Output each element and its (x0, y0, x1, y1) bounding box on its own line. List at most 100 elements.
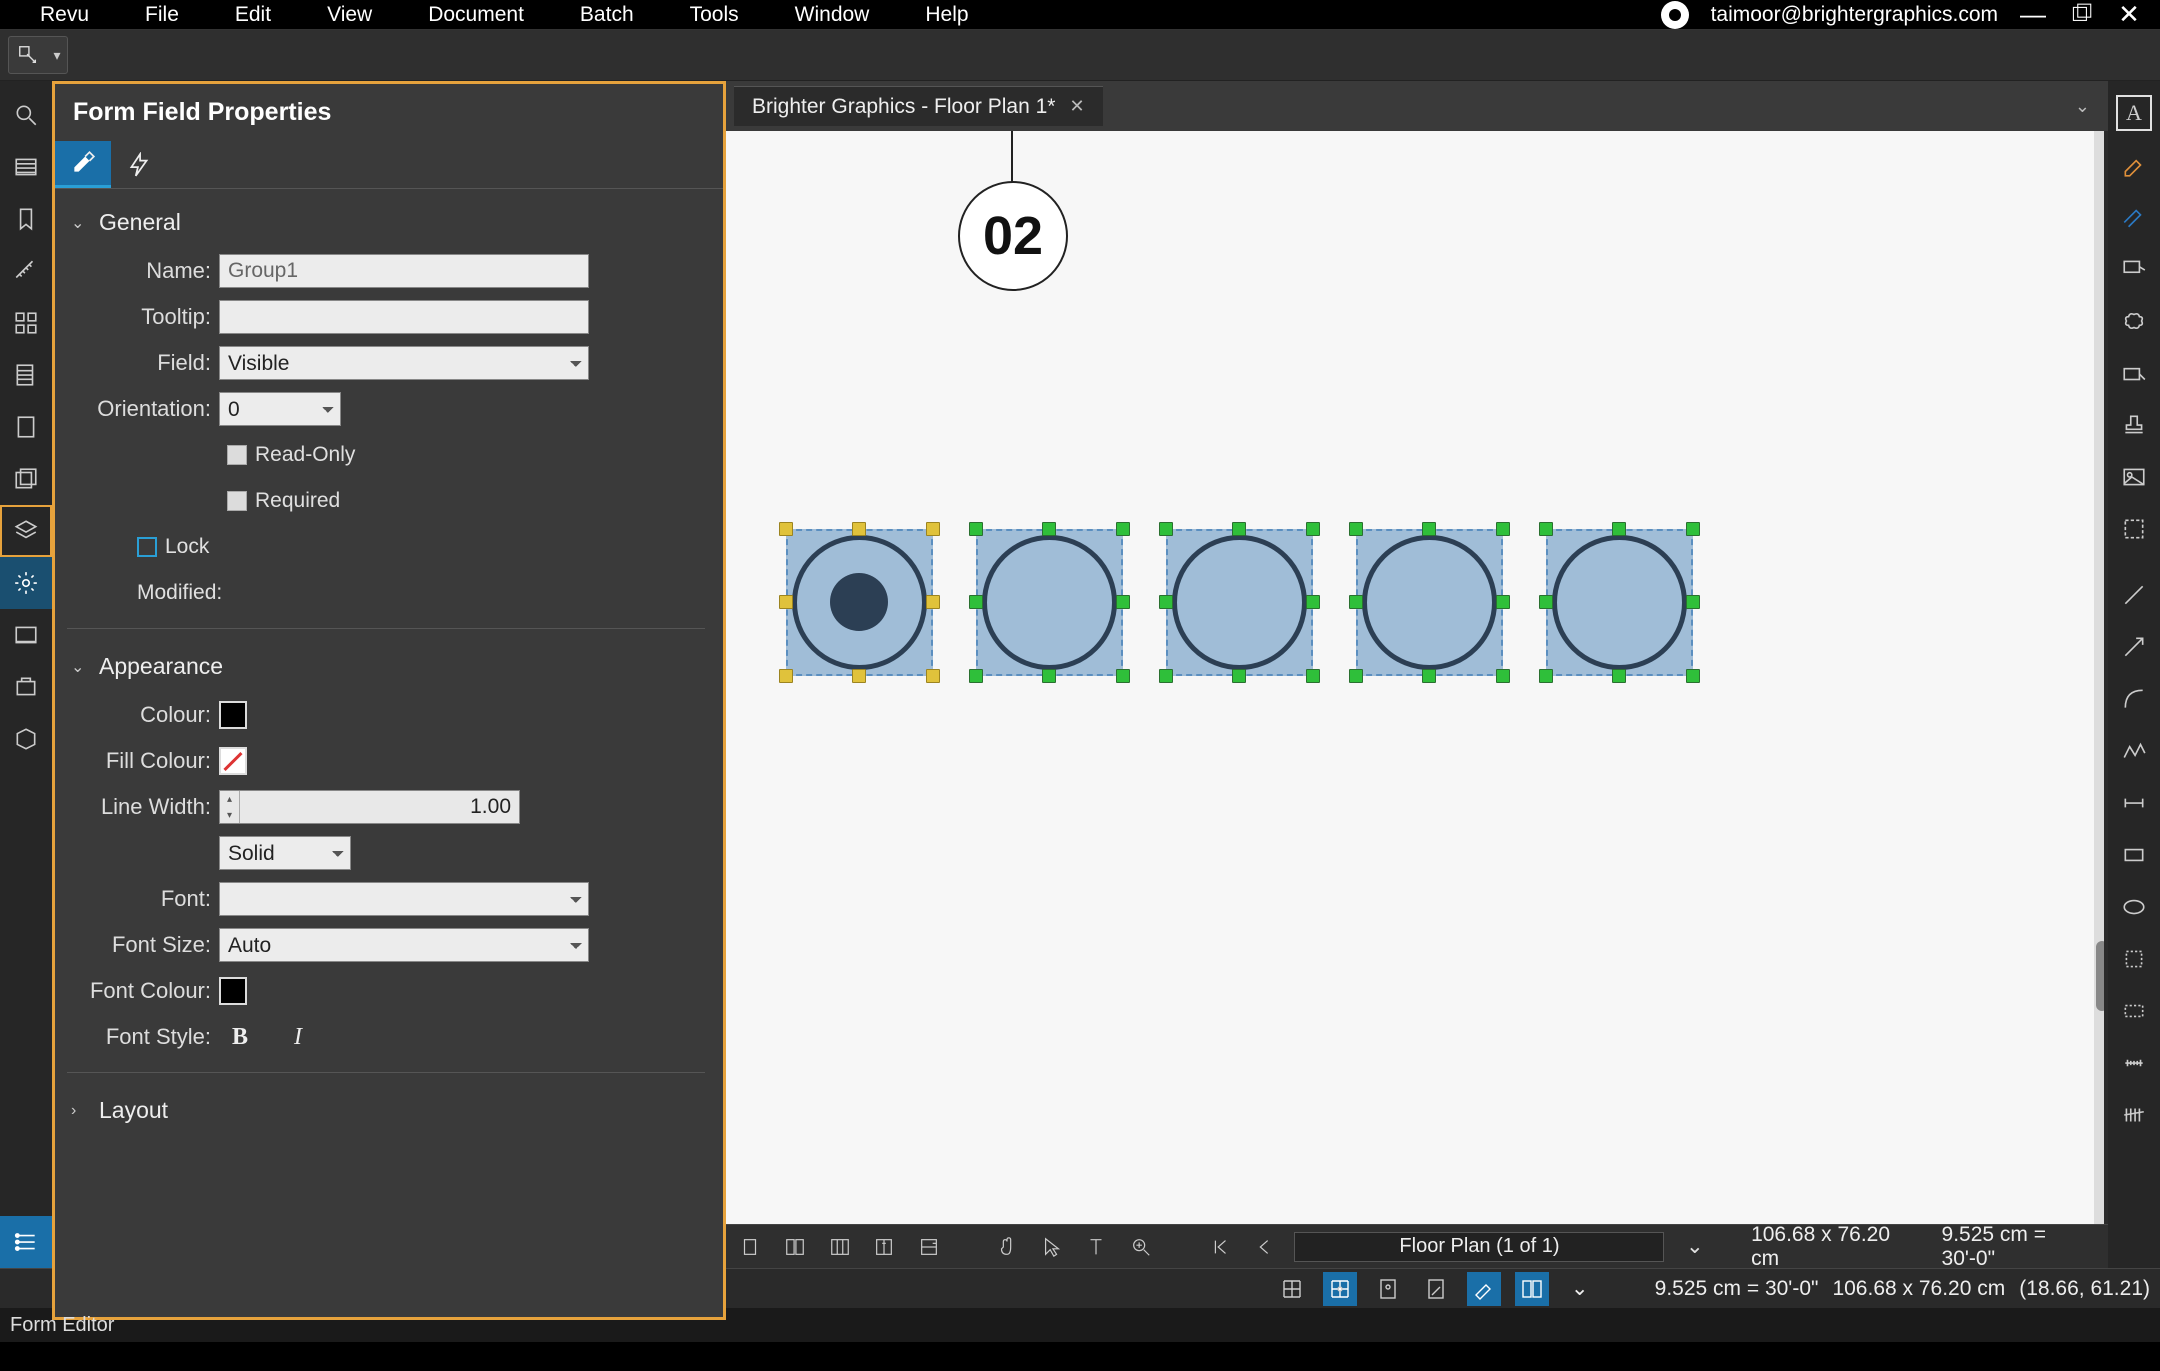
forms-icon[interactable] (0, 713, 52, 765)
sets-icon[interactable] (0, 453, 52, 505)
selection-handle[interactable] (1612, 669, 1626, 683)
tooltip-input[interactable] (219, 300, 589, 334)
prev-page-icon[interactable] (1250, 1231, 1279, 1263)
selection-handle[interactable] (1116, 522, 1130, 536)
select-tool-icon[interactable] (9, 37, 47, 73)
highlight-tool-icon[interactable] (2108, 139, 2160, 191)
properties-icon[interactable] (0, 557, 52, 609)
polygon-tool-icon[interactable] (2108, 933, 2160, 985)
menu-revu[interactable]: Revu (12, 0, 117, 29)
studio-icon[interactable] (0, 609, 52, 661)
lock-checkbox[interactable] (137, 537, 157, 557)
selection-handle[interactable] (779, 669, 793, 683)
field-select[interactable]: Visible (219, 346, 589, 380)
ellipse-tool-icon[interactable] (2108, 881, 2160, 933)
clip-tool-icon[interactable] (2108, 985, 2160, 1037)
spin-down-icon[interactable]: ▾ (220, 807, 239, 823)
page-indicator[interactable]: Floor Plan (1 of 1) (1294, 1232, 1664, 1262)
selection-handle[interactable] (779, 595, 793, 609)
name-input[interactable] (219, 254, 589, 288)
side-by-side-icon[interactable] (781, 1231, 810, 1263)
user-email[interactable]: taimoor@brightergraphics.com (1711, 3, 1998, 27)
grid-icon[interactable] (1275, 1272, 1309, 1306)
polyline-tool-icon[interactable] (2108, 347, 2160, 399)
menu-document[interactable]: Document (400, 0, 552, 29)
pen-tool-icon[interactable] (2108, 191, 2160, 243)
menu-batch[interactable]: Batch (552, 0, 662, 29)
selection-handle[interactable] (1539, 595, 1553, 609)
selection-handle[interactable] (1349, 522, 1363, 536)
menu-view[interactable]: View (299, 0, 400, 29)
split-horizontal-icon[interactable] (914, 1231, 943, 1263)
snap-icon[interactable] (1323, 1272, 1357, 1306)
image-tool-icon[interactable] (2108, 451, 2160, 503)
section-layout-header[interactable]: › Layout (67, 1087, 705, 1134)
callout-tool-icon[interactable] (2108, 243, 2160, 295)
vertical-scrollbar[interactable] (2094, 131, 2104, 1224)
orientation-select[interactable]: 0 (219, 392, 341, 426)
page-dropdown-icon[interactable]: ⌄ (1680, 1231, 1709, 1263)
close-button[interactable]: ✕ (2116, 2, 2142, 28)
selection-handle[interactable] (969, 595, 983, 609)
polyline2-tool-icon[interactable] (2108, 725, 2160, 777)
radio-button-field[interactable] (976, 529, 1123, 676)
selection-handle[interactable] (1686, 595, 1700, 609)
close-tab-icon[interactable]: ✕ (1069, 96, 1084, 117)
selection-handle[interactable] (1496, 522, 1510, 536)
selection-handle[interactable] (926, 522, 940, 536)
menu-file[interactable]: File (117, 0, 207, 29)
sync-icon[interactable] (1515, 1272, 1549, 1306)
selection-handle[interactable] (1686, 522, 1700, 536)
bold-button[interactable]: B (225, 1022, 255, 1052)
selection-handle[interactable] (1539, 669, 1553, 683)
selection-handle[interactable] (1496, 669, 1510, 683)
menu-help[interactable]: Help (897, 0, 996, 29)
linewidth-input[interactable]: ▴▾ (219, 790, 520, 824)
cloud-tool-icon[interactable] (2108, 295, 2160, 347)
maximize-button[interactable] (2068, 2, 2094, 28)
linewidth-value[interactable] (240, 795, 519, 819)
crop-tool-icon[interactable] (2108, 1037, 2160, 1089)
panel-access-icon[interactable] (0, 1216, 52, 1268)
rectangle-tool-icon[interactable] (2108, 829, 2160, 881)
linestyle-select[interactable]: Solid (219, 836, 351, 870)
canvas[interactable]: 02 (726, 131, 2104, 1224)
selection-handle[interactable] (1686, 669, 1700, 683)
line-tool-icon[interactable] (2108, 569, 2160, 621)
fontsize-select[interactable]: Auto (219, 928, 589, 962)
text-box-tool-icon[interactable]: A (2116, 95, 2152, 131)
selection-handle[interactable] (1232, 669, 1246, 683)
selection-handle[interactable] (969, 669, 983, 683)
select-tool-dropdown[interactable]: ▾ (47, 47, 67, 64)
selection-handle[interactable] (1116, 595, 1130, 609)
reuse-markup-icon[interactable] (1467, 1272, 1501, 1306)
colour-swatch[interactable] (219, 701, 247, 729)
fillcolour-swatch[interactable] (219, 747, 247, 775)
selection-handle[interactable] (1159, 595, 1173, 609)
measurements-icon[interactable] (0, 245, 52, 297)
stamp-tool-icon[interactable] (2108, 399, 2160, 451)
minimize-button[interactable]: — (2020, 2, 2046, 28)
select-cursor-icon[interactable] (1038, 1231, 1067, 1263)
menu-edit[interactable]: Edit (207, 0, 299, 29)
layers-icon[interactable] (0, 505, 52, 557)
status-dropdown-icon[interactable]: ⌄ (1563, 1272, 1597, 1306)
selection-handle[interactable] (1116, 669, 1130, 683)
search-icon[interactable] (0, 89, 52, 141)
dimension-tool-icon[interactable] (2108, 777, 2160, 829)
radio-button-field[interactable] (786, 529, 933, 676)
selection-handle[interactable] (1422, 669, 1436, 683)
snap-content-icon[interactable] (1371, 1272, 1405, 1306)
menu-window[interactable]: Window (767, 0, 898, 29)
zoom-icon[interactable] (1127, 1231, 1156, 1263)
single-page-icon[interactable] (736, 1231, 765, 1263)
arrow-tool-icon[interactable] (2108, 621, 2160, 673)
selection-handle[interactable] (1042, 669, 1056, 683)
selection-handle[interactable] (1539, 522, 1553, 536)
spin-up-icon[interactable]: ▴ (220, 791, 239, 807)
menu-tools[interactable]: Tools (662, 0, 767, 29)
selection-handle[interactable] (1232, 522, 1246, 536)
continuous-icon[interactable] (825, 1231, 854, 1263)
markups-list-icon[interactable] (0, 401, 52, 453)
fontcolour-swatch[interactable] (219, 977, 247, 1005)
